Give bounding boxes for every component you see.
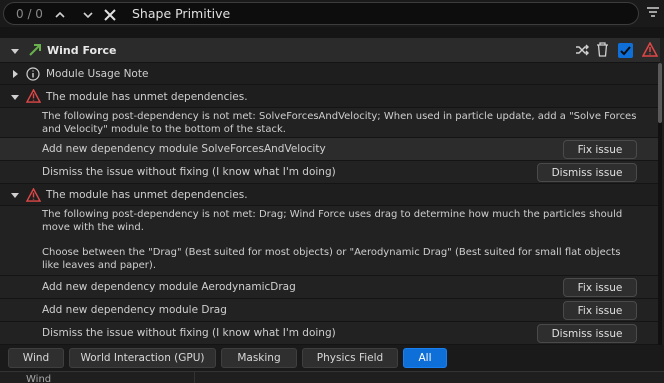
- next-result-button[interactable]: [78, 5, 98, 25]
- warning-row[interactable]: The module has unmet dependencies.: [0, 85, 660, 108]
- search-query: Shape Primitive: [132, 6, 231, 21]
- usage-note-row[interactable]: Module Usage Note: [0, 63, 660, 85]
- enabled-checkbox[interactable]: [618, 43, 633, 58]
- warning-description-line: move with the wind.: [42, 222, 144, 233]
- warning-icon: [26, 89, 41, 103]
- fix-option-label: Add new dependency module Drag: [42, 304, 227, 316]
- divider: [194, 371, 195, 383]
- warning-icon: [642, 42, 658, 57]
- tab-masking[interactable]: Masking: [221, 348, 297, 368]
- module-title: Wind Force: [47, 44, 117, 57]
- usage-note-label: Module Usage Note: [46, 68, 149, 80]
- module-icon: [29, 44, 41, 56]
- shuffle-icon[interactable]: [575, 43, 589, 57]
- category-tabs: Wind World Interaction (GPU) Masking Phy…: [0, 345, 664, 371]
- search-input[interactable]: 0 / 0 Shape Primitive: [3, 2, 639, 25]
- warning-icon: [26, 188, 41, 202]
- info-icon: [26, 67, 40, 81]
- filter-icon: [647, 7, 659, 17]
- dismiss-option-row[interactable]: Dismiss the issue without fixing (I know…: [0, 161, 660, 184]
- dismiss-option-label: Dismiss the issue without fixing (I know…: [42, 166, 336, 178]
- warning-description-line: Choose between the "Drag" (Best suited f…: [42, 247, 621, 258]
- fix-issue-button[interactable]: Fix issue: [563, 278, 637, 297]
- chevron-up-icon: [55, 11, 65, 18]
- warning-title: The module has unmet dependencies.: [46, 189, 248, 201]
- module-header[interactable]: Wind Force: [0, 38, 660, 63]
- fix-issue-button[interactable]: Fix issue: [563, 301, 637, 320]
- chevron-right-icon[interactable]: [10, 69, 20, 79]
- tab-wind[interactable]: Wind: [8, 348, 64, 368]
- scrollbar-thumb[interactable]: [658, 63, 662, 123]
- chevron-down-icon[interactable]: [10, 92, 20, 102]
- dismiss-option-label: Dismiss the issue without fixing (I know…: [42, 327, 336, 339]
- warning-description: The following post-dependency is not met…: [0, 206, 660, 276]
- warning-title: The module has unmet dependencies.: [46, 91, 248, 103]
- section-label: Wind: [26, 374, 52, 383]
- tab-physics-field[interactable]: Physics Field: [302, 348, 398, 368]
- clear-search-button[interactable]: [100, 5, 120, 25]
- search-result-count: 0 / 0: [16, 7, 43, 21]
- warning-description-line: The following post-dependency is not met…: [42, 209, 623, 220]
- fix-option-row[interactable]: Add new dependency module Drag Fix issue: [0, 299, 660, 322]
- chevron-down-icon: [83, 12, 93, 19]
- dismiss-issue-button[interactable]: Dismiss issue: [537, 163, 637, 182]
- fix-issue-button[interactable]: Fix issue: [563, 140, 637, 159]
- warning-description-line: The following post-dependency is not met…: [42, 111, 637, 122]
- trash-icon[interactable]: [596, 42, 609, 57]
- warning-row[interactable]: The module has unmet dependencies.: [0, 184, 660, 206]
- section-header: [0, 371, 664, 383]
- fix-option-row[interactable]: Add new dependency module AerodynamicDra…: [0, 276, 660, 299]
- module-panel: Wind Force Module Usage Note The module …: [0, 38, 664, 345]
- warning-description: The following post-dependency is not met…: [0, 108, 660, 138]
- fix-option-label: Add new dependency module AerodynamicDra…: [42, 281, 296, 293]
- previous-result-button[interactable]: [50, 5, 70, 25]
- dismiss-option-row[interactable]: Dismiss the issue without fixing (I know…: [0, 322, 660, 345]
- checkmark-icon: [620, 46, 631, 56]
- fix-option-row[interactable]: Add new dependency module SolveForcesAnd…: [0, 138, 660, 161]
- warning-description-line: like leaves and paper).: [42, 260, 156, 271]
- fix-option-label: Add new dependency module SolveForcesAnd…: [42, 143, 326, 155]
- tab-world-interaction[interactable]: World Interaction (GPU): [69, 348, 216, 368]
- warning-description-line: and Velocity" module to the bottom of th…: [42, 124, 286, 135]
- tab-all[interactable]: All: [403, 348, 447, 368]
- filter-button[interactable]: [645, 5, 661, 21]
- dismiss-issue-button[interactable]: Dismiss issue: [537, 324, 637, 343]
- close-icon: [104, 9, 116, 21]
- chevron-down-icon[interactable]: [10, 46, 20, 56]
- search-bar: 0 / 0 Shape Primitive: [0, 0, 664, 27]
- chevron-down-icon[interactable]: [10, 190, 20, 200]
